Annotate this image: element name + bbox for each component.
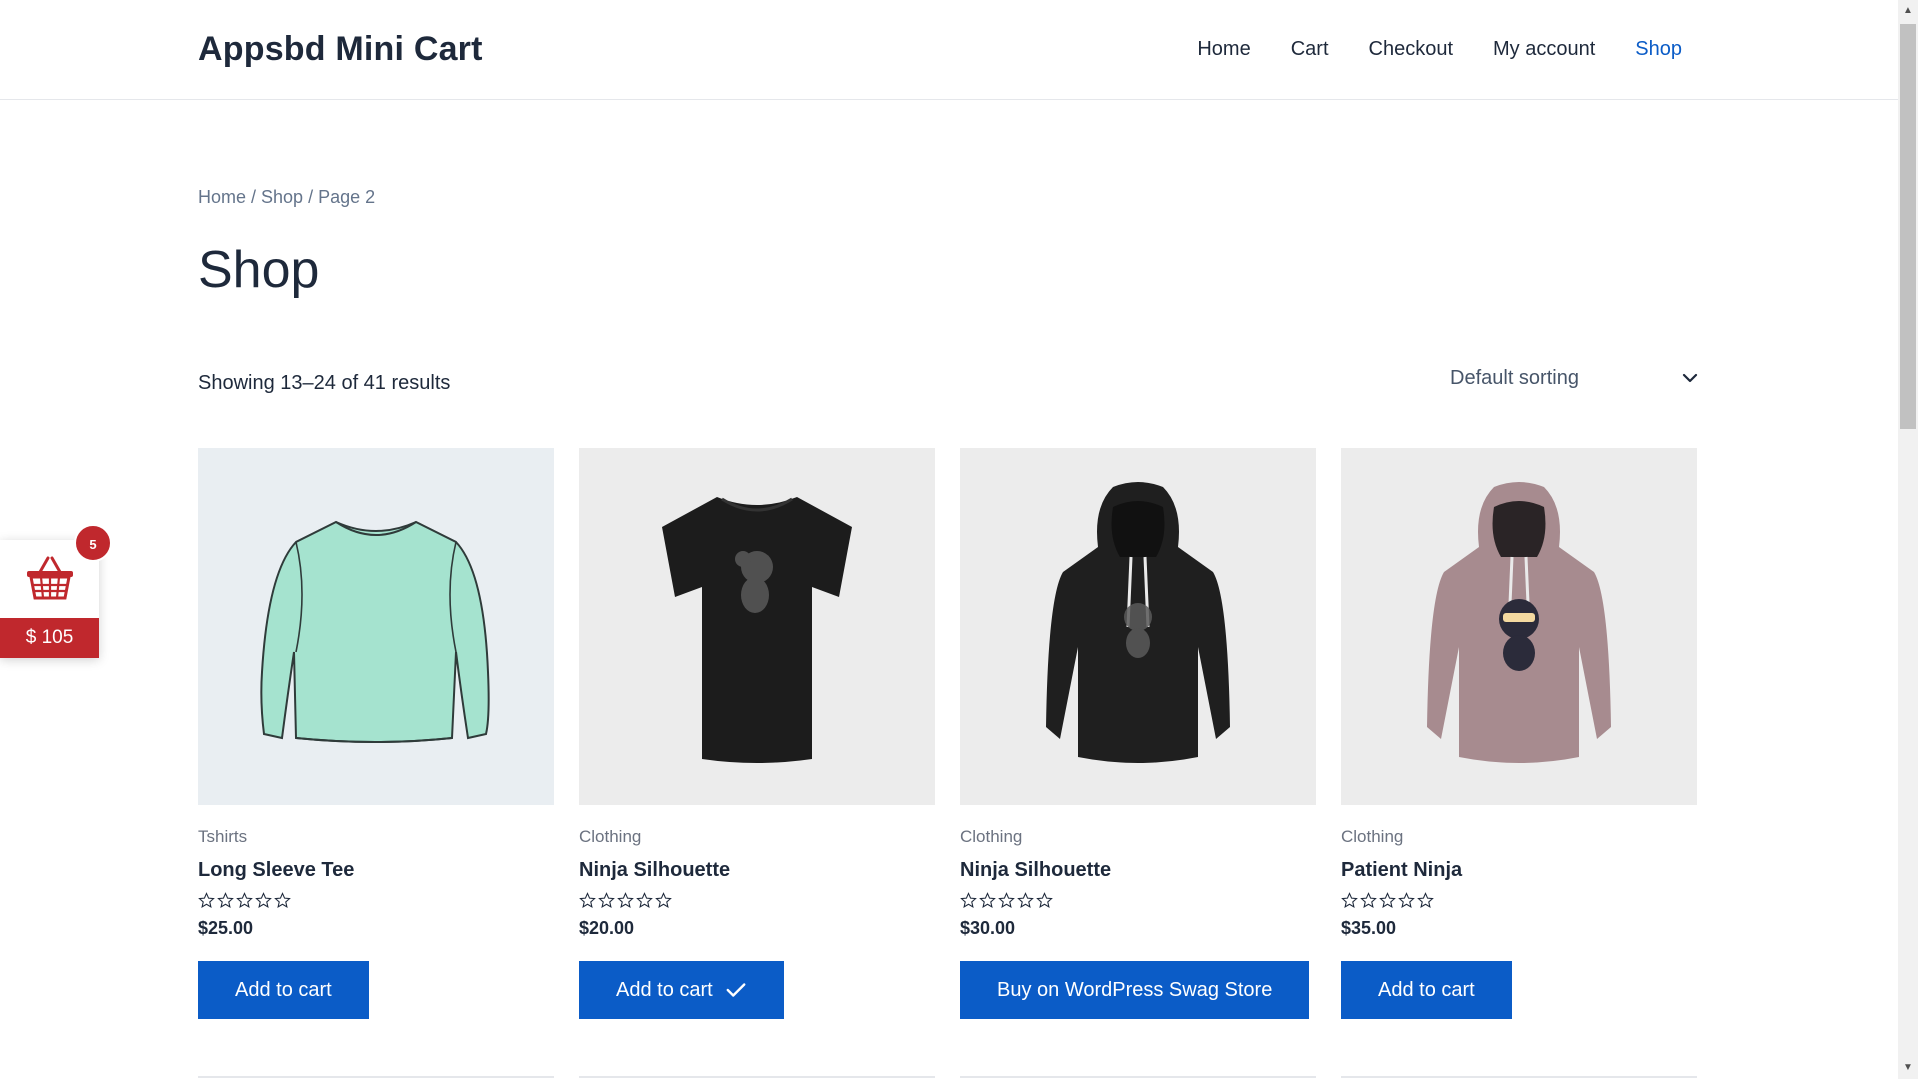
rating-stars xyxy=(579,892,935,912)
vertical-scrollbar[interactable]: ▲ ▼ xyxy=(1898,0,1918,1079)
nav-shop[interactable]: Shop xyxy=(1635,38,1682,61)
product-name[interactable]: Patient Ninja xyxy=(1341,859,1697,882)
product-card: Clothing Patient Ninja $35.00 Add to car… xyxy=(1341,448,1697,1019)
pink-hoodie-image[interactable] xyxy=(1341,448,1697,805)
star-outline-icon xyxy=(1398,892,1415,908)
breadcrumb-shop[interactable]: Shop xyxy=(261,187,303,207)
scroll-up-arrow-icon[interactable]: ▲ xyxy=(1898,2,1918,20)
product-price: $25.00 xyxy=(198,918,254,938)
nav-checkout[interactable]: Checkout xyxy=(1369,38,1454,61)
product-price: $30.00 xyxy=(960,918,1016,938)
star-outline-icon xyxy=(998,892,1015,908)
add-to-cart-button[interactable]: Add to cart xyxy=(579,961,784,1019)
star-outline-icon xyxy=(1417,892,1434,908)
product-name[interactable]: Ninja Silhouette xyxy=(960,859,1316,882)
row-divider xyxy=(198,1076,554,1078)
product-price: $35.00 xyxy=(1341,918,1397,938)
star-outline-icon xyxy=(598,892,615,908)
button-label: Add to cart xyxy=(235,978,332,1001)
product-card: Clothing Ninja Silhouette $20.00 Add to … xyxy=(579,448,935,1019)
product-name[interactable]: Long Sleeve Tee xyxy=(198,859,554,882)
rating-stars xyxy=(960,892,1316,912)
button-label: Add to cart xyxy=(1378,978,1475,1001)
nav-my-account[interactable]: My account xyxy=(1493,38,1595,61)
star-outline-icon xyxy=(1017,892,1034,908)
breadcrumb: Home / Shop / Page 2 xyxy=(198,187,375,208)
star-outline-icon xyxy=(217,892,234,908)
mini-cart-count-badge: 5 xyxy=(74,524,112,562)
site-header: Appsbd Mini Cart Home Cart Checkout My a… xyxy=(0,0,1898,100)
button-label: Buy on WordPress Swag Store xyxy=(997,978,1273,1001)
button-label: Add to cart xyxy=(616,978,713,1001)
chevron-down-icon xyxy=(1682,373,1698,383)
site-title[interactable]: Appsbd Mini Cart xyxy=(198,30,483,69)
long-sleeve-tee-image[interactable] xyxy=(198,448,554,805)
star-outline-icon xyxy=(1379,892,1396,908)
buy-external-button[interactable]: Buy on WordPress Swag Store xyxy=(960,961,1310,1019)
result-count: Showing 13–24 of 41 results xyxy=(198,372,451,394)
star-outline-icon xyxy=(255,892,272,908)
star-outline-icon xyxy=(1341,892,1358,908)
row-divider xyxy=(960,1076,1316,1078)
basket-icon xyxy=(24,554,76,602)
product-price: $20.00 xyxy=(579,918,635,938)
product-category[interactable]: Clothing xyxy=(579,827,935,847)
product-name[interactable]: Ninja Silhouette xyxy=(579,859,935,882)
scroll-thumb[interactable] xyxy=(1900,24,1916,429)
product-card: Clothing Ninja Silhouette $30.00 Buy on … xyxy=(960,448,1316,1019)
star-outline-icon xyxy=(979,892,996,908)
star-outline-icon xyxy=(1360,892,1377,908)
scroll-down-arrow-icon[interactable]: ▼ xyxy=(1898,1059,1918,1077)
row-divider xyxy=(1341,1076,1697,1078)
breadcrumb-current: Page 2 xyxy=(318,187,376,207)
add-to-cart-button[interactable]: Add to cart xyxy=(1341,961,1512,1019)
breadcrumb-separator: / xyxy=(246,187,262,207)
checkmark-icon xyxy=(726,983,746,997)
product-category[interactable]: Clothing xyxy=(960,827,1316,847)
page-title: Shop xyxy=(198,241,320,299)
breadcrumb-separator: / xyxy=(303,187,319,207)
mini-cart-total: $ 105 xyxy=(0,618,99,658)
black-tshirt-image[interactable] xyxy=(579,448,935,805)
add-to-cart-button[interactable]: Add to cart xyxy=(198,961,369,1019)
star-outline-icon xyxy=(617,892,634,908)
star-outline-icon xyxy=(274,892,291,908)
main-nav: Home Cart Checkout My account Shop xyxy=(1197,38,1682,61)
breadcrumb-home[interactable]: Home xyxy=(198,187,246,207)
product-category[interactable]: Tshirts xyxy=(198,827,554,847)
star-outline-icon xyxy=(960,892,977,908)
nav-home[interactable]: Home xyxy=(1197,38,1250,61)
product-grid: Tshirts Long Sleeve Tee $25.00 Add to ca… xyxy=(198,448,1697,1019)
product-category[interactable]: Clothing xyxy=(1341,827,1697,847)
row-divider xyxy=(579,1076,935,1078)
nav-cart[interactable]: Cart xyxy=(1291,38,1329,61)
star-outline-icon xyxy=(1036,892,1053,908)
rating-stars xyxy=(198,892,554,912)
star-outline-icon xyxy=(655,892,672,908)
product-card: Tshirts Long Sleeve Tee $25.00 Add to ca… xyxy=(198,448,554,1019)
star-outline-icon xyxy=(198,892,215,908)
sorting-selected-value: Default sorting xyxy=(1450,366,1579,389)
rating-stars xyxy=(1341,892,1697,912)
star-outline-icon xyxy=(636,892,653,908)
black-hoodie-image[interactable] xyxy=(960,448,1316,805)
star-outline-icon xyxy=(579,892,596,908)
star-outline-icon xyxy=(236,892,253,908)
sorting-select[interactable]: Default sorting xyxy=(1450,360,1700,396)
